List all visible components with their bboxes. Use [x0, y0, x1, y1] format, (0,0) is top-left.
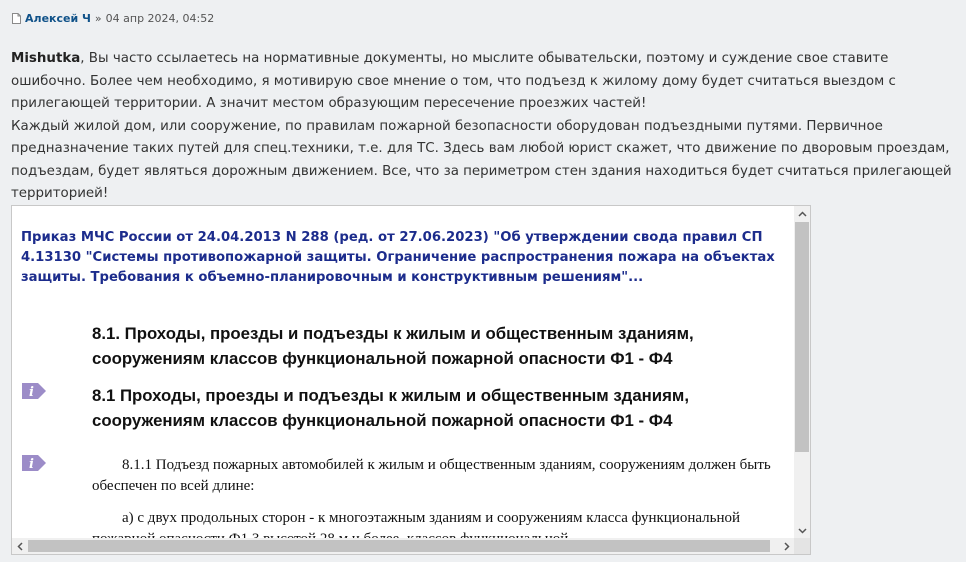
embedded-document-content: Приказ МЧС России от 24.04.2013 N 288 (р…: [12, 206, 795, 539]
post-paragraph: Каждый жилой дом, или сооружение, по пра…: [11, 118, 952, 202]
section-heading: 8.1 Проходы, проезды и подъезды к жилым …: [92, 386, 689, 430]
chevron-down-icon[interactable]: [794, 523, 810, 539]
info-icon[interactable]: i: [21, 382, 47, 400]
section-heading: 8.1. Проходы, проезды и подъезды к жилым…: [92, 324, 694, 368]
document-paragraph: 8.1.1 Подъезд пожарных автомобилей к жил…: [92, 457, 771, 494]
svg-text:i: i: [29, 385, 34, 400]
post-body: Mishutka, Вы часто ссылаетесь на нормати…: [11, 48, 956, 206]
post-paragraph: Mishutka, Вы часто ссылаетесь на нормати…: [11, 48, 956, 116]
horizontal-scrollbar[interactable]: [12, 538, 795, 554]
svg-text:i: i: [29, 457, 34, 472]
document-paragraph: а) с двух продольных сторон - к многоэта…: [92, 510, 741, 539]
vertical-scrollbar-thumb[interactable]: [795, 222, 809, 452]
chevron-left-icon[interactable]: [12, 538, 28, 554]
post-author-link[interactable]: Алексей Ч: [25, 12, 91, 25]
vertical-scrollbar[interactable]: [794, 206, 810, 539]
mention-username: Mishutka: [11, 51, 81, 66]
info-icon[interactable]: i: [21, 454, 47, 472]
scrollbar-corner: [794, 538, 810, 554]
document-title: Приказ МЧС России от 24.04.2013 N 288 (р…: [21, 230, 775, 285]
chevron-up-icon[interactable]: [794, 206, 810, 222]
post-header: Алексей Ч » 04 апр 2024, 04:52: [12, 12, 214, 25]
post-separator: »: [94, 12, 102, 25]
post-paragraph-text: , Вы часто ссылаетесь на нормативные док…: [11, 51, 896, 111]
embedded-document[interactable]: Приказ МЧС России от 24.04.2013 N 288 (р…: [11, 205, 811, 555]
chevron-right-icon[interactable]: [779, 538, 795, 554]
post-timestamp: 04 апр 2024, 04:52: [105, 12, 215, 25]
horizontal-scrollbar-thumb[interactable]: [28, 540, 770, 552]
post-icon[interactable]: [12, 13, 21, 24]
